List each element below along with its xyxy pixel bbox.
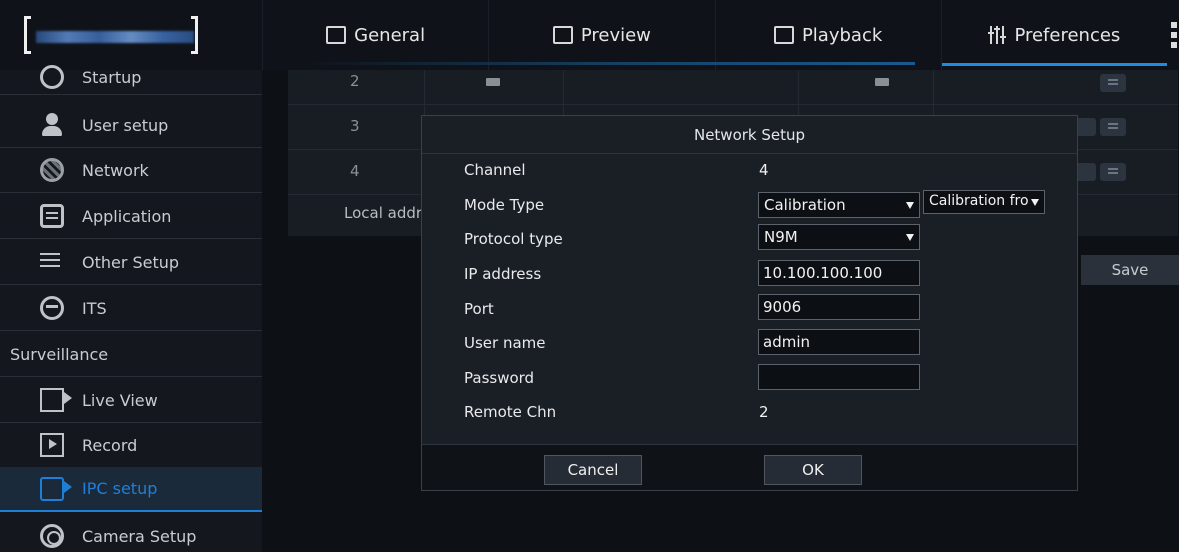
mode-type-select[interactable]: Calibration: [758, 192, 920, 218]
user-name-input[interactable]: [758, 329, 920, 355]
sidebar-item-live-view[interactable]: Live View: [0, 378, 262, 423]
tab-label: Preferences: [1014, 24, 1121, 46]
sidebar-item-label: Camera Setup: [82, 526, 197, 546]
sidebar-item-ipc-setup[interactable]: IPC setup: [0, 467, 262, 512]
local-address-label: Local addr: [344, 204, 423, 222]
edit-button[interactable]: [1100, 163, 1126, 181]
edit-button[interactable]: [1100, 74, 1126, 92]
password-label: Password: [464, 369, 535, 387]
save-button[interactable]: Save: [1081, 255, 1179, 285]
ip-address-input[interactable]: [758, 260, 920, 286]
protocol-type-label: Protocol type: [464, 230, 563, 248]
chevron-down-icon: [906, 234, 914, 241]
steering-icon: [40, 296, 64, 320]
checkbox[interactable]: [875, 78, 889, 86]
port-label: Port: [464, 300, 494, 318]
sidebar-item-label: IPC setup: [82, 479, 158, 498]
camera-icon: [40, 388, 72, 412]
film-icon: [773, 26, 794, 44]
ip-address-label: IP address: [464, 265, 542, 283]
dialog-footer: Cancel OK: [422, 444, 1077, 490]
tab-label: Playback: [801, 24, 883, 46]
protocol-type-select[interactable]: N9M: [758, 224, 920, 250]
section-label: Surveillance: [10, 344, 109, 364]
application-icon: [40, 204, 64, 228]
record-icon: [40, 433, 64, 457]
table-row[interactable]: 2: [288, 60, 1178, 105]
monitor-icon: [552, 26, 573, 44]
row-number: 3: [350, 117, 360, 135]
tab-label: General: [354, 24, 426, 46]
row-number: 4: [350, 162, 360, 180]
sidebar-item-label: Network: [82, 160, 149, 180]
sidebar-section-surveillance: Surveillance: [0, 332, 262, 377]
remote-chn-value: 2: [759, 403, 769, 421]
sidebar-item-its[interactable]: ITS: [0, 286, 262, 331]
ipc-icon: [40, 476, 72, 501]
protocol-type-value: N9M: [764, 228, 798, 246]
port-input[interactable]: [758, 294, 920, 320]
webcam-icon: [40, 524, 64, 548]
globe-icon: [40, 158, 64, 182]
user-icon: [40, 113, 64, 137]
sidebar-item-user-setup[interactable]: User setup: [0, 103, 262, 148]
channel-label: Channel: [464, 161, 526, 179]
edit-button[interactable]: [1100, 118, 1126, 136]
sidebar: Startup User setup Network Application O…: [0, 65, 262, 552]
channel-value: 4: [759, 161, 769, 179]
sidebar-item-label: Startup: [82, 67, 142, 87]
cancel-button[interactable]: Cancel: [544, 455, 642, 485]
mode-sub-select[interactable]: Calibration fro: [923, 190, 1045, 214]
chevron-down-icon: [906, 202, 914, 209]
sidebar-item-label: Record: [82, 435, 138, 455]
power-icon: [40, 65, 64, 89]
sidebar-item-camera-setup[interactable]: Camera Setup: [0, 514, 262, 552]
user-name-label: User name: [464, 334, 546, 352]
row-number: 2: [350, 72, 360, 90]
sidebar-item-label: Application: [82, 206, 172, 226]
sidebar-item-record[interactable]: Record: [0, 423, 262, 468]
sidebar-item-startup[interactable]: Startup: [0, 60, 262, 95]
mode-type-value: Calibration: [764, 196, 846, 214]
chevron-down-icon: [1031, 199, 1039, 206]
remote-chn-label: Remote Chn: [464, 403, 557, 421]
sidebar-item-label: User setup: [82, 115, 169, 135]
grid-icon: [326, 26, 347, 44]
sidebar-item-label: Other Setup: [82, 252, 180, 272]
sliders-icon: [988, 26, 1006, 44]
settings-icon: [40, 250, 64, 274]
mode-type-label: Mode Type: [464, 196, 545, 214]
sidebar-item-label: Live View: [82, 390, 158, 410]
mode-sub-value: Calibration fro: [929, 193, 1029, 209]
network-setup-dialog: Network Setup Channel 4 Mode Type Calibr…: [421, 115, 1078, 491]
sidebar-item-label: ITS: [82, 298, 107, 318]
sidebar-item-other-setup[interactable]: Other Setup: [0, 240, 262, 285]
checkbox[interactable]: [486, 78, 500, 86]
more-menu-icon[interactable]: [1171, 22, 1177, 50]
dialog-title: Network Setup: [422, 116, 1077, 154]
sidebar-item-network[interactable]: Network: [0, 148, 262, 193]
sidebar-item-application[interactable]: Application: [0, 194, 262, 239]
tab-label: Preview: [580, 24, 651, 46]
ok-button[interactable]: OK: [764, 455, 862, 485]
password-input[interactable]: [758, 364, 920, 390]
logo: [10, 14, 198, 58]
